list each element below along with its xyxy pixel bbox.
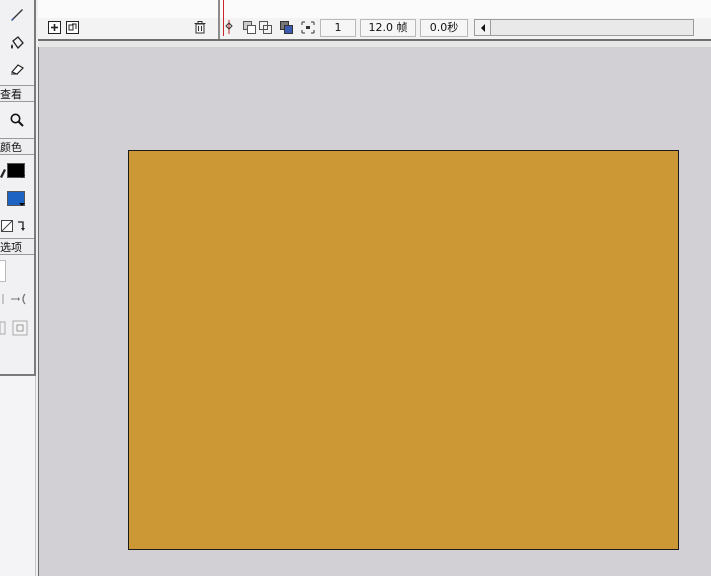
- flash-editor-window: 查看 颜色 选项 1 12.0 帧 0.0秒: [0, 0, 711, 576]
- tools-panel-empty-area: [0, 376, 36, 576]
- frame-rate-display[interactable]: 12.0 帧: [360, 19, 416, 37]
- timeline-horizontal-scrollbar[interactable]: [474, 19, 694, 36]
- paint-bucket-icon[interactable]: [6, 33, 28, 53]
- view-section-label: 查看: [0, 85, 34, 102]
- edit-multiple-frames-icon[interactable]: [280, 20, 294, 34]
- colors-section-label: 颜色: [0, 138, 34, 155]
- modify-markers-icon[interactable]: [301, 20, 315, 34]
- onion-skin-outlines-icon[interactable]: [259, 20, 273, 34]
- brush-mode-dropdown[interactable]: [0, 260, 6, 282]
- options-right-icon[interactable]: [9, 318, 31, 338]
- scroll-left-icon[interactable]: [475, 20, 491, 35]
- current-frame-display: 1: [320, 19, 356, 37]
- elapsed-time-display: 0.0秒: [420, 19, 468, 37]
- zoom-icon[interactable]: [6, 110, 28, 130]
- insert-folder-icon[interactable]: [65, 20, 79, 34]
- timeline-layer-row[interactable]: [38, 0, 711, 18]
- insert-layer-icon[interactable]: [47, 20, 61, 34]
- brush-icon[interactable]: [6, 4, 28, 24]
- center-frame-icon[interactable]: [222, 20, 236, 34]
- stroke-color-swatch[interactable]: [7, 163, 25, 178]
- options-left-icon[interactable]: [0, 318, 6, 338]
- options-section-label: 选项: [0, 238, 34, 255]
- swap-colors-icon[interactable]: [14, 216, 28, 236]
- timeline-panel: 1 12.0 帧 0.0秒: [38, 0, 711, 39]
- eraser-icon[interactable]: [6, 59, 28, 79]
- fill-color-swatch[interactable]: [7, 191, 25, 206]
- straighten-icon[interactable]: [8, 289, 30, 309]
- onion-skin-icon[interactable]: [243, 20, 257, 34]
- stage-canvas[interactable]: [128, 150, 679, 550]
- smooth-icon[interactable]: [0, 289, 6, 309]
- no-color-icon[interactable]: [0, 216, 14, 236]
- timeline-divider[interactable]: [218, 0, 220, 39]
- delete-layer-icon[interactable]: [193, 20, 207, 34]
- tools-panel: 查看 颜色 选项: [0, 0, 36, 376]
- stage-work-area[interactable]: [38, 47, 711, 576]
- stroke-pencil-icon: [0, 162, 6, 182]
